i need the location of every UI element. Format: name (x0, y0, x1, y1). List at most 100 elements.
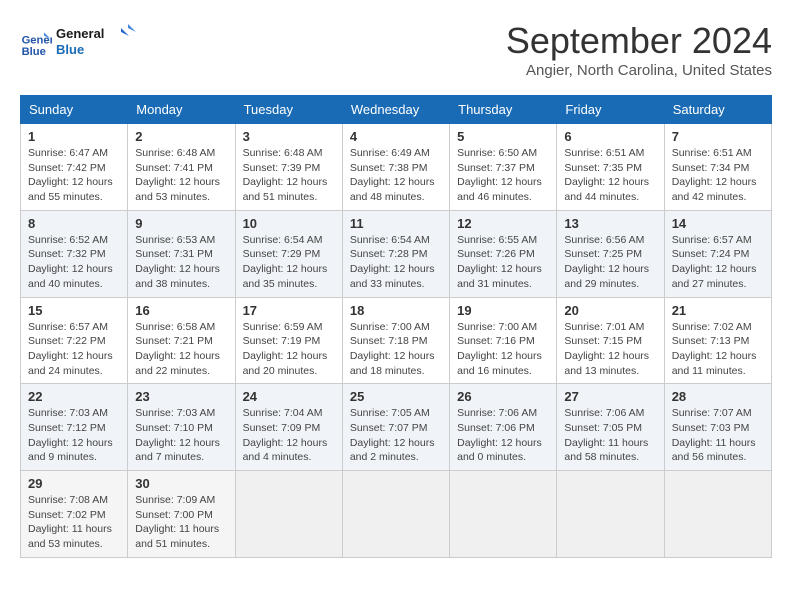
day-number: 1 (28, 129, 120, 144)
logo-icon: General Blue (20, 26, 52, 58)
calendar-cell: 11 Sunrise: 6:54 AMSunset: 7:28 PMDaylig… (342, 210, 449, 297)
calendar-cell: 15 Sunrise: 6:57 AMSunset: 7:22 PMDaylig… (21, 297, 128, 384)
day-number: 14 (672, 216, 764, 231)
day-info: Sunrise: 6:54 AMSunset: 7:29 PMDaylight:… (243, 234, 328, 290)
week-row-4: 22 Sunrise: 7:03 AMSunset: 7:12 PMDaylig… (21, 384, 772, 471)
weekday-header-thursday: Thursday (450, 96, 557, 124)
day-info: Sunrise: 7:00 AMSunset: 7:16 PMDaylight:… (457, 321, 542, 377)
day-info: Sunrise: 7:06 AMSunset: 7:06 PMDaylight:… (457, 407, 542, 463)
calendar-cell: 30 Sunrise: 7:09 AMSunset: 7:00 PMDaylig… (128, 471, 235, 558)
title-section: September 2024 Angier, North Carolina, U… (506, 20, 772, 79)
day-info: Sunrise: 7:05 AMSunset: 7:07 PMDaylight:… (350, 407, 435, 463)
calendar-cell: 22 Sunrise: 7:03 AMSunset: 7:12 PMDaylig… (21, 384, 128, 471)
day-number: 3 (243, 129, 335, 144)
day-number: 10 (243, 216, 335, 231)
day-number: 28 (672, 389, 764, 404)
logo: General Blue General Blue (20, 20, 136, 65)
day-info: Sunrise: 7:02 AMSunset: 7:13 PMDaylight:… (672, 321, 757, 377)
calendar-cell: 17 Sunrise: 6:59 AMSunset: 7:19 PMDaylig… (235, 297, 342, 384)
day-number: 6 (564, 129, 656, 144)
day-number: 17 (243, 303, 335, 318)
day-number: 22 (28, 389, 120, 404)
day-info: Sunrise: 6:57 AMSunset: 7:24 PMDaylight:… (672, 234, 757, 290)
day-number: 5 (457, 129, 549, 144)
calendar-cell: 12 Sunrise: 6:55 AMSunset: 7:26 PMDaylig… (450, 210, 557, 297)
page-header: General Blue General Blue September 2024… (20, 20, 772, 79)
calendar-subtitle: Angier, North Carolina, United States (506, 62, 772, 79)
svg-text:Blue: Blue (56, 42, 84, 57)
day-info: Sunrise: 6:48 AMSunset: 7:39 PMDaylight:… (243, 147, 328, 203)
weekday-header-tuesday: Tuesday (235, 96, 342, 124)
calendar-cell (557, 471, 664, 558)
calendar-cell: 10 Sunrise: 6:54 AMSunset: 7:29 PMDaylig… (235, 210, 342, 297)
day-number: 12 (457, 216, 549, 231)
calendar-cell: 7 Sunrise: 6:51 AMSunset: 7:34 PMDayligh… (664, 124, 771, 211)
day-number: 25 (350, 389, 442, 404)
calendar-cell: 24 Sunrise: 7:04 AMSunset: 7:09 PMDaylig… (235, 384, 342, 471)
calendar-cell: 23 Sunrise: 7:03 AMSunset: 7:10 PMDaylig… (128, 384, 235, 471)
day-info: Sunrise: 6:48 AMSunset: 7:41 PMDaylight:… (135, 147, 220, 203)
day-number: 30 (135, 476, 227, 491)
calendar-cell: 18 Sunrise: 7:00 AMSunset: 7:18 PMDaylig… (342, 297, 449, 384)
calendar-cell (664, 471, 771, 558)
day-info: Sunrise: 7:00 AMSunset: 7:18 PMDaylight:… (350, 321, 435, 377)
calendar-cell: 3 Sunrise: 6:48 AMSunset: 7:39 PMDayligh… (235, 124, 342, 211)
calendar-cell: 28 Sunrise: 7:07 AMSunset: 7:03 PMDaylig… (664, 384, 771, 471)
calendar-cell: 6 Sunrise: 6:51 AMSunset: 7:35 PMDayligh… (557, 124, 664, 211)
weekday-header-saturday: Saturday (664, 96, 771, 124)
calendar-cell: 8 Sunrise: 6:52 AMSunset: 7:32 PMDayligh… (21, 210, 128, 297)
day-info: Sunrise: 7:04 AMSunset: 7:09 PMDaylight:… (243, 407, 328, 463)
day-info: Sunrise: 6:50 AMSunset: 7:37 PMDaylight:… (457, 147, 542, 203)
day-info: Sunrise: 6:56 AMSunset: 7:25 PMDaylight:… (564, 234, 649, 290)
weekday-header-wednesday: Wednesday (342, 96, 449, 124)
day-number: 2 (135, 129, 227, 144)
calendar-cell: 13 Sunrise: 6:56 AMSunset: 7:25 PMDaylig… (557, 210, 664, 297)
week-row-3: 15 Sunrise: 6:57 AMSunset: 7:22 PMDaylig… (21, 297, 772, 384)
weekday-header-monday: Monday (128, 96, 235, 124)
calendar-cell: 9 Sunrise: 6:53 AMSunset: 7:31 PMDayligh… (128, 210, 235, 297)
calendar-cell: 1 Sunrise: 6:47 AMSunset: 7:42 PMDayligh… (21, 124, 128, 211)
calendar-cell: 14 Sunrise: 6:57 AMSunset: 7:24 PMDaylig… (664, 210, 771, 297)
day-info: Sunrise: 6:59 AMSunset: 7:19 PMDaylight:… (243, 321, 328, 377)
day-number: 7 (672, 129, 764, 144)
calendar-cell (235, 471, 342, 558)
day-info: Sunrise: 6:52 AMSunset: 7:32 PMDaylight:… (28, 234, 113, 290)
day-number: 24 (243, 389, 335, 404)
calendar-cell: 16 Sunrise: 6:58 AMSunset: 7:21 PMDaylig… (128, 297, 235, 384)
day-info: Sunrise: 7:08 AMSunset: 7:02 PMDaylight:… (28, 494, 112, 550)
calendar-cell: 26 Sunrise: 7:06 AMSunset: 7:06 PMDaylig… (450, 384, 557, 471)
week-row-1: 1 Sunrise: 6:47 AMSunset: 7:42 PMDayligh… (21, 124, 772, 211)
week-row-5: 29 Sunrise: 7:08 AMSunset: 7:02 PMDaylig… (21, 471, 772, 558)
svg-text:General: General (56, 26, 104, 41)
day-info: Sunrise: 6:47 AMSunset: 7:42 PMDaylight:… (28, 147, 113, 203)
calendar-cell: 21 Sunrise: 7:02 AMSunset: 7:13 PMDaylig… (664, 297, 771, 384)
calendar-cell: 29 Sunrise: 7:08 AMSunset: 7:02 PMDaylig… (21, 471, 128, 558)
day-number: 13 (564, 216, 656, 231)
day-info: Sunrise: 6:57 AMSunset: 7:22 PMDaylight:… (28, 321, 113, 377)
day-info: Sunrise: 7:07 AMSunset: 7:03 PMDaylight:… (672, 407, 756, 463)
calendar-table: SundayMondayTuesdayWednesdayThursdayFrid… (20, 95, 772, 558)
calendar-cell: 5 Sunrise: 6:50 AMSunset: 7:37 PMDayligh… (450, 124, 557, 211)
calendar-cell: 27 Sunrise: 7:06 AMSunset: 7:05 PMDaylig… (557, 384, 664, 471)
day-number: 26 (457, 389, 549, 404)
day-number: 21 (672, 303, 764, 318)
day-number: 11 (350, 216, 442, 231)
day-number: 27 (564, 389, 656, 404)
day-number: 23 (135, 389, 227, 404)
calendar-cell: 20 Sunrise: 7:01 AMSunset: 7:15 PMDaylig… (557, 297, 664, 384)
calendar-cell: 25 Sunrise: 7:05 AMSunset: 7:07 PMDaylig… (342, 384, 449, 471)
calendar-cell (450, 471, 557, 558)
day-info: Sunrise: 7:01 AMSunset: 7:15 PMDaylight:… (564, 321, 649, 377)
day-info: Sunrise: 6:49 AMSunset: 7:38 PMDaylight:… (350, 147, 435, 203)
weekday-header-friday: Friday (557, 96, 664, 124)
day-info: Sunrise: 6:51 AMSunset: 7:34 PMDaylight:… (672, 147, 757, 203)
day-info: Sunrise: 6:54 AMSunset: 7:28 PMDaylight:… (350, 234, 435, 290)
day-info: Sunrise: 6:51 AMSunset: 7:35 PMDaylight:… (564, 147, 649, 203)
day-info: Sunrise: 7:09 AMSunset: 7:00 PMDaylight:… (135, 494, 219, 550)
day-number: 29 (28, 476, 120, 491)
day-number: 8 (28, 216, 120, 231)
day-number: 4 (350, 129, 442, 144)
day-info: Sunrise: 6:53 AMSunset: 7:31 PMDaylight:… (135, 234, 220, 290)
svg-text:Blue: Blue (22, 46, 46, 58)
day-number: 16 (135, 303, 227, 318)
